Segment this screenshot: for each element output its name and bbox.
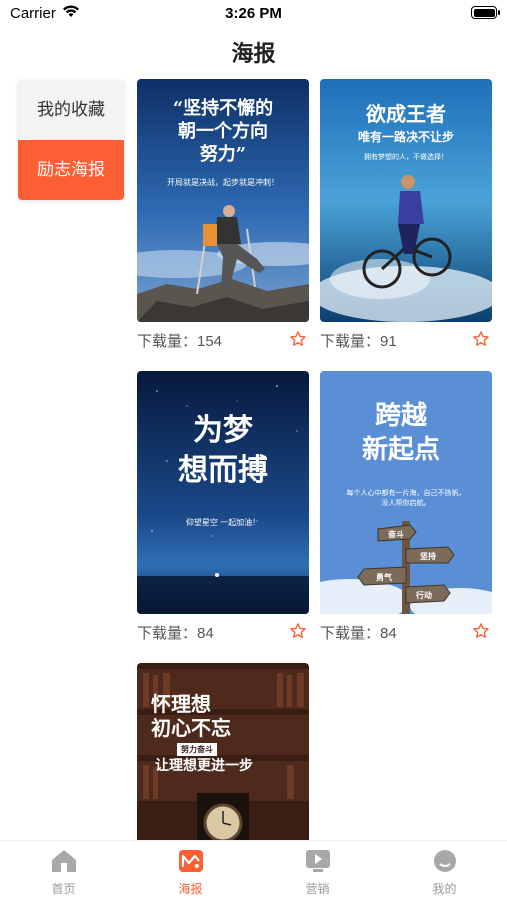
sign-label: 坚持 (420, 551, 436, 561)
tab-home[interactable]: 首页 (0, 849, 127, 897)
poster-title-line: “坚持不懈的 (172, 98, 274, 119)
poster-starry-sky-illustration (137, 371, 309, 614)
poster-title-line: 怀理想 (151, 694, 211, 716)
tab-marketing[interactable]: 营销 (254, 849, 381, 897)
poster-title-line: 唯有一路决不让步 (357, 130, 454, 144)
favorite-star-icon[interactable] (472, 622, 490, 640)
poster-card[interactable]: “坚持不懈的 朝一个方向 努力” 开局就是决战，起步就是冲刺！ 下载量：154 (137, 79, 309, 358)
profile-icon (433, 850, 456, 872)
favorite-star-icon[interactable] (289, 330, 307, 348)
home-icon (51, 850, 76, 872)
poster-card[interactable]: 为梦 想而搏 仰望星空 一起加油！ 下载量：84 (137, 371, 309, 650)
download-count: 下载量：154 (137, 333, 223, 350)
page-title: 海报 (231, 41, 276, 66)
tab-poster[interactable]: 海报 (127, 849, 254, 897)
favorite-star-icon[interactable] (289, 622, 307, 640)
poster-card[interactable]: 奋斗 坚持 勇气 行动 跨越 新起点 每个人心中都有一片海，自己不扬帆，没人帮你… (320, 371, 492, 650)
menu-item-favorites[interactable]: 我的收藏 (18, 80, 124, 140)
poster-icon (178, 850, 203, 872)
poster-subtitle: 仰望星空 一起加油！ (185, 518, 261, 527)
category-menu: 我的收藏 励志海报 (18, 80, 124, 200)
poster-title-line: 初心不忘 (151, 718, 231, 740)
battery-icon (471, 6, 500, 19)
download-count: 下载量：84 (137, 625, 214, 642)
poster-image[interactable]: 奋斗 坚持 勇气 行动 跨越 新起点 每个人心中都有一片海，自己不扬帆，没人帮你… (320, 371, 492, 614)
sign-label: 行动 (415, 590, 432, 600)
clock: 3:26 PM (225, 5, 282, 22)
poster-title-line: 努力” (199, 144, 247, 165)
poster-library-clock-illustration (137, 663, 309, 840)
poster-card[interactable]: 怀理想 初心不忘 努力奋斗 让理想更进一步 (137, 663, 309, 840)
poster-title-line: 让理想更进一步 (155, 757, 253, 773)
poster-subtitle: 开局就是决战，起步就是冲刺！ (167, 178, 279, 187)
status-bar: Carrier 3:26 PM (0, 0, 507, 28)
menu-item-motivational-posters[interactable]: 励志海报 (18, 140, 124, 200)
poster-title-line: 欲成王者 (366, 102, 446, 126)
poster-image[interactable]: 怀理想 初心不忘 努力奋斗 让理想更进一步 (137, 663, 309, 840)
poster-subtitle: 拥有梦想的人，不做选择！ (364, 154, 448, 161)
tab-label: 首页 (51, 882, 76, 896)
tab-profile[interactable]: 我的 (381, 849, 507, 897)
download-count: 下载量：84 (320, 625, 397, 642)
poster-image[interactable]: 为梦 想而搏 仰望星空 一起加油！ (137, 371, 309, 614)
tab-bar: 首页 海报 营销 我的 (0, 840, 507, 901)
poster-title-line: 为梦 (193, 413, 253, 448)
favorite-star-icon[interactable] (472, 330, 490, 348)
poster-title-line: 跨越 (374, 401, 427, 431)
poster-title-line: 朝一个方向 (178, 121, 268, 142)
poster-title-line: 新起点 (361, 435, 440, 465)
sign-label: 勇气 (376, 572, 392, 582)
poster-image[interactable]: 欲成王者 唯有一路决不让步 拥有梦想的人，不做选择！ (320, 79, 492, 322)
tab-label: 我的 (432, 882, 457, 896)
poster-image[interactable]: “坚持不懈的 朝一个方向 努力” 开局就是决战，起步就是冲刺！ (137, 79, 309, 322)
play-icon (305, 850, 330, 872)
tab-label: 营销 (305, 882, 330, 896)
sign-label: 奋斗 (387, 529, 404, 539)
download-count: 下载量：91 (320, 333, 397, 350)
poster-title-line: 想而搏 (178, 453, 268, 488)
poster-card[interactable]: 欲成王者 唯有一路决不让步 拥有梦想的人，不做选择！ 下载量：91 (320, 79, 492, 358)
poster-subtitle: 每个人心中都有一片海，自己不扬帆，没人帮你启航。 (346, 490, 466, 507)
tab-label: 海报 (178, 882, 203, 896)
